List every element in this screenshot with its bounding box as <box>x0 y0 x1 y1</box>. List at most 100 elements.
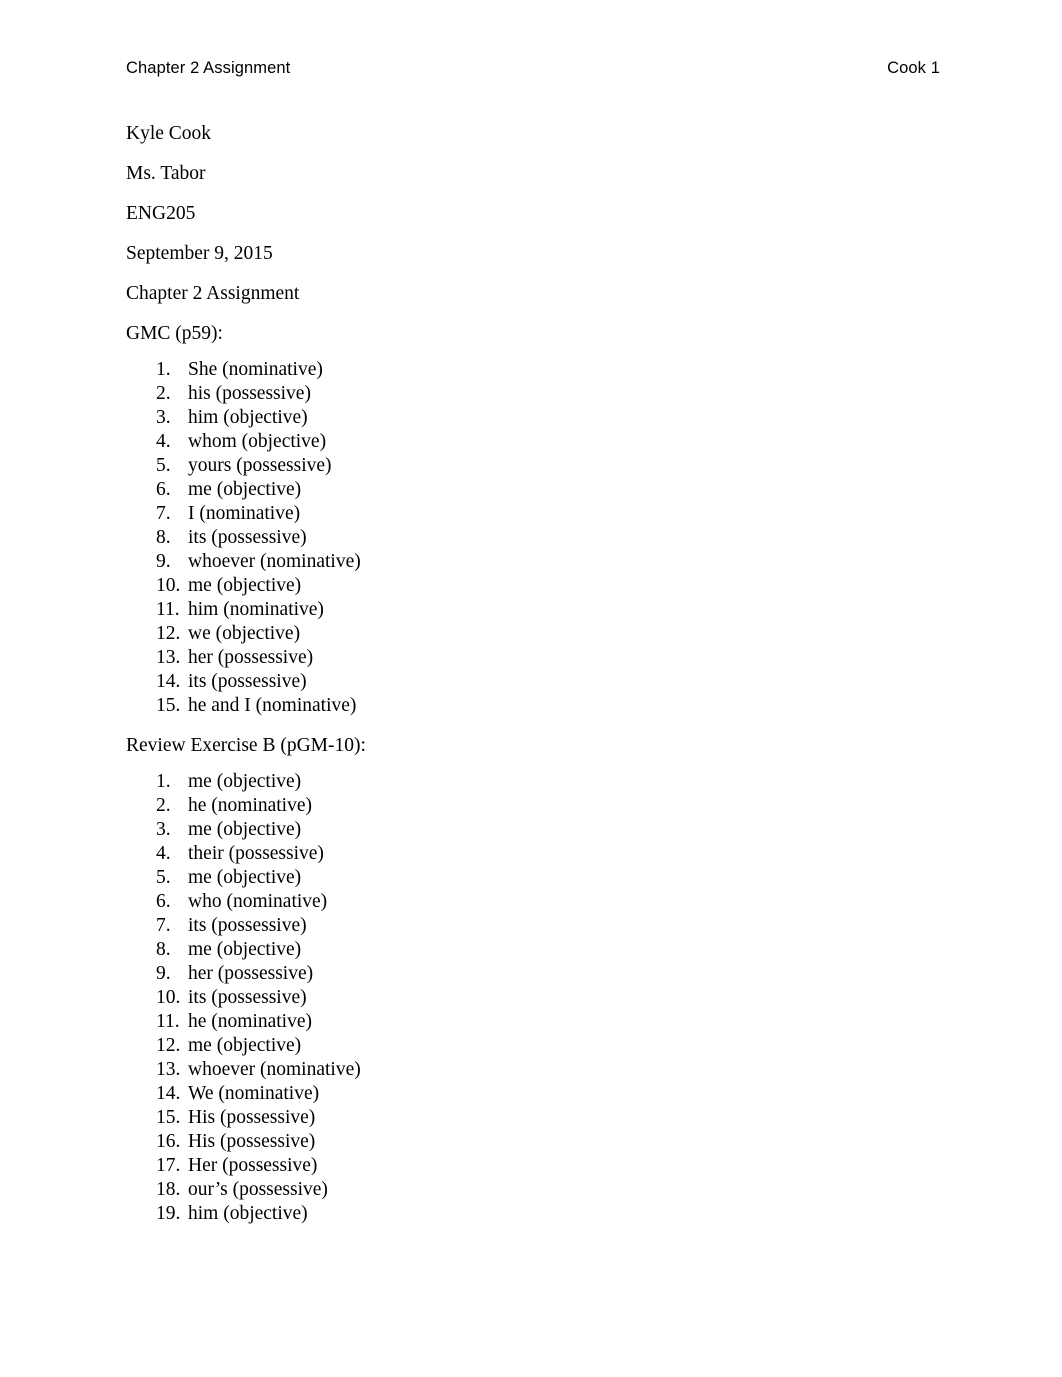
document-body: Kyle Cook Ms. Tabor ENG205 September 9, … <box>126 122 940 1242</box>
list-item-number: 2. <box>156 383 171 404</box>
list-item: 3. me (objective) <box>126 818 940 842</box>
list-item: 11. him (nominative) <box>126 598 940 622</box>
list-item-text: him (objective) <box>188 407 308 428</box>
list-item-text: her (possessive) <box>188 647 314 668</box>
list-item-number: 1. <box>156 359 171 380</box>
list-item-text: me (objective) <box>188 771 302 792</box>
list-item: 4. whom (objective) <box>126 430 940 454</box>
list-item: 13. whoever (nominative) <box>126 1058 940 1082</box>
list-item: 14. its (possessive) <box>126 670 940 694</box>
list-item-text: me (objective) <box>188 939 302 960</box>
header-page-number: Cook 1 <box>887 59 940 77</box>
list-item-number: 10. <box>156 575 181 596</box>
list-item-text: he and I (nominative) <box>188 695 357 716</box>
list-item: 15. he and I (nominative) <box>126 694 940 718</box>
list-item: 5. me (objective) <box>126 866 940 890</box>
list-item: 2. his (possessive) <box>126 382 940 406</box>
list-item-text: their (possessive) <box>188 843 324 864</box>
list-item: 11. he (nominative) <box>126 1010 940 1034</box>
list-item-number: 17. <box>156 1155 181 1176</box>
list-item: 6. me (objective) <box>126 478 940 502</box>
list-item-number: 3. <box>156 819 171 840</box>
list-item-text: whoever (nominative) <box>188 1059 361 1080</box>
list-item: 5. yours (possessive) <box>126 454 940 478</box>
list-item: 3. him (objective) <box>126 406 940 430</box>
list-item-text: we (objective) <box>188 623 301 644</box>
list-item-number: 15. <box>156 695 181 716</box>
list-item: 4. their (possessive) <box>126 842 940 866</box>
list-item-text: its (possessive) <box>188 671 307 692</box>
list-item-number: 11. <box>156 599 180 620</box>
list-item-text: yours (possessive) <box>188 455 332 476</box>
list-item: 13. her (possessive) <box>126 646 940 670</box>
list-item-text: Her (possessive) <box>188 1155 318 1176</box>
list-item-text: him (nominative) <box>188 599 324 620</box>
list-item-text: its (possessive) <box>188 527 307 548</box>
answer-list-gmc: 1. She (nominative) 2. his (possessive) 3. hi… <box>126 358 940 718</box>
list-item: 10. its (possessive) <box>126 986 940 1010</box>
list-item: 14. We (nominative) <box>126 1082 940 1106</box>
list-item-text: me (objective) <box>188 479 302 500</box>
answer-list-review-exercise-b: 1. me (objective) 2. he (nominative) 3. me (o… <box>126 770 940 1226</box>
list-item-number: 18. <box>156 1179 181 1200</box>
section-heading-gmc: GMC (p59): <box>126 323 223 344</box>
list-item-number: 13. <box>156 1059 181 1080</box>
section-heading-review-exercise-b: Review Exercise B (pGM-10): <box>126 735 366 756</box>
list-item: 9. whoever (nominative) <box>126 550 940 574</box>
list-item-number: 3. <box>156 407 171 428</box>
list-item-number: 5. <box>156 867 171 888</box>
list-item-text: he (nominative) <box>188 795 312 816</box>
list-item: 16. His (possessive) <box>126 1130 940 1154</box>
list-item-number: 9. <box>156 963 171 984</box>
list-item: 1. me (objective) <box>126 770 940 794</box>
list-item-number: 19. <box>156 1203 181 1224</box>
list-item: 8. its (possessive) <box>126 526 940 550</box>
page-title: Chapter 2 Assignment <box>126 283 300 304</box>
list-item: 8. me (objective) <box>126 938 940 962</box>
list-item-number: 16. <box>156 1131 181 1152</box>
list-item-text: His (possessive) <box>188 1107 316 1128</box>
list-item: 9. her (possessive) <box>126 962 940 986</box>
list-item-text: We (nominative) <box>188 1083 320 1104</box>
list-item: 18. our’s (possessive) <box>126 1178 940 1202</box>
list-item-number: 1. <box>156 771 171 792</box>
list-item-text: I (nominative) <box>188 503 301 524</box>
list-item-text: who (nominative) <box>188 891 328 912</box>
list-item-text: me (objective) <box>188 867 302 888</box>
list-item: 12. me (objective) <box>126 1034 940 1058</box>
student-name: Kyle Cook <box>126 123 212 144</box>
list-item: 15. His (possessive) <box>126 1106 940 1130</box>
list-item-text: him (objective) <box>188 1203 308 1224</box>
list-item: 7. I (nominative) <box>126 502 940 526</box>
list-item-number: 4. <box>156 431 171 452</box>
list-item: 17. Her (possessive) <box>126 1154 940 1178</box>
list-item-number: 14. <box>156 1083 181 1104</box>
list-item-text: our’s (possessive) <box>188 1179 328 1200</box>
list-item-text: me (objective) <box>188 1035 302 1056</box>
list-item-text: whoever (nominative) <box>188 551 361 572</box>
list-item-number: 2. <box>156 795 171 816</box>
list-item: 2. he (nominative) <box>126 794 940 818</box>
list-item-number: 10. <box>156 987 181 1008</box>
list-item-text: his (possessive) <box>188 383 311 404</box>
instructor-name: Ms. Tabor <box>126 163 206 184</box>
list-item: 7. its (possessive) <box>126 914 940 938</box>
list-item-number: 7. <box>156 915 171 936</box>
list-item-text: he (nominative) <box>188 1011 312 1032</box>
course-code: ENG205 <box>126 203 196 224</box>
list-item-number: 9. <box>156 551 171 572</box>
list-item: 19. him (objective) <box>126 1202 940 1226</box>
list-item-number: 12. <box>156 623 181 644</box>
list-item: 1. She (nominative) <box>126 358 940 382</box>
document-page: Chapter 2 Assignment Cook 1 Kyle Cook Ms… <box>0 0 1062 1377</box>
header-left-text: Chapter 2 Assignment <box>126 59 291 77</box>
list-item-number: 15. <box>156 1107 181 1128</box>
list-item-number: 11. <box>156 1011 180 1032</box>
list-item: 10. me (objective) <box>126 574 940 598</box>
list-item-text: whom (objective) <box>188 431 327 452</box>
running-header: Chapter 2 Assignment Cook 1 <box>126 57 940 79</box>
list-item: 6. who (nominative) <box>126 890 940 914</box>
list-item-number: 12. <box>156 1035 181 1056</box>
list-item-text: His (possessive) <box>188 1131 316 1152</box>
list-item: 12. we (objective) <box>126 622 940 646</box>
